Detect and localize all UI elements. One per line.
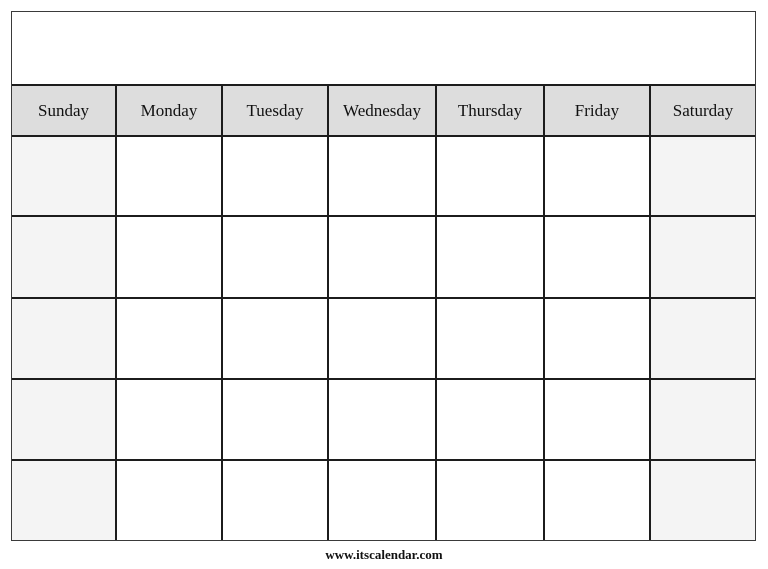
day-cell-week1-friday[interactable] (545, 137, 651, 217)
weekday-header-wednesday: Wednesday (329, 84, 437, 137)
weekday-header-monday: Monday (117, 84, 223, 137)
day-cell-week5-saturday[interactable] (651, 461, 755, 540)
day-cell-week5-friday[interactable] (545, 461, 651, 540)
day-cell-week5-tuesday[interactable] (223, 461, 329, 540)
day-cell-week2-sunday[interactable] (12, 217, 117, 299)
day-cell-week3-saturday[interactable] (651, 299, 755, 380)
weekday-header-thursday: Thursday (437, 84, 545, 137)
day-cell-week2-wednesday[interactable] (329, 217, 437, 299)
calendar-grid: Sunday Monday Tuesday Wednesday Thursday Frid… (12, 84, 755, 540)
day-cell-week4-thursday[interactable] (437, 380, 545, 461)
day-cell-week2-saturday[interactable] (651, 217, 755, 299)
day-cell-week1-tuesday[interactable] (223, 137, 329, 217)
day-cell-week1-thursday[interactable] (437, 137, 545, 217)
day-cell-week5-sunday[interactable] (12, 461, 117, 540)
weekday-header-sunday: Sunday (12, 84, 117, 137)
day-cell-week5-monday[interactable] (117, 461, 223, 540)
day-cell-week3-wednesday[interactable] (329, 299, 437, 380)
weekday-header-friday: Friday (545, 84, 651, 137)
day-cell-week3-friday[interactable] (545, 299, 651, 380)
day-cell-week4-wednesday[interactable] (329, 380, 437, 461)
day-cell-week1-saturday[interactable] (651, 137, 755, 217)
day-cell-week2-friday[interactable] (545, 217, 651, 299)
day-cell-week2-monday[interactable] (117, 217, 223, 299)
day-cell-week3-sunday[interactable] (12, 299, 117, 380)
month-title-area[interactable] (12, 12, 755, 84)
day-cell-week1-sunday[interactable] (12, 137, 117, 217)
day-cell-week3-thursday[interactable] (437, 299, 545, 380)
day-cell-week2-thursday[interactable] (437, 217, 545, 299)
weekday-header-tuesday: Tuesday (223, 84, 329, 137)
day-cell-week3-monday[interactable] (117, 299, 223, 380)
footer-website: www.itscalendar.com (325, 547, 443, 562)
day-cell-week4-saturday[interactable] (651, 380, 755, 461)
day-cell-week4-sunday[interactable] (12, 380, 117, 461)
day-cell-week5-thursday[interactable] (437, 461, 545, 540)
weekday-header-saturday: Saturday (651, 84, 755, 137)
day-cell-week4-friday[interactable] (545, 380, 651, 461)
calendar-frame: Sunday Monday Tuesday Wednesday Thursday Frid… (11, 11, 756, 541)
day-cell-week2-tuesday[interactable] (223, 217, 329, 299)
day-cell-week5-wednesday[interactable] (329, 461, 437, 540)
day-cell-week1-wednesday[interactable] (329, 137, 437, 217)
day-cell-week4-tuesday[interactable] (223, 380, 329, 461)
day-cell-week3-tuesday[interactable] (223, 299, 329, 380)
day-cell-week4-monday[interactable] (117, 380, 223, 461)
day-cell-week1-monday[interactable] (117, 137, 223, 217)
